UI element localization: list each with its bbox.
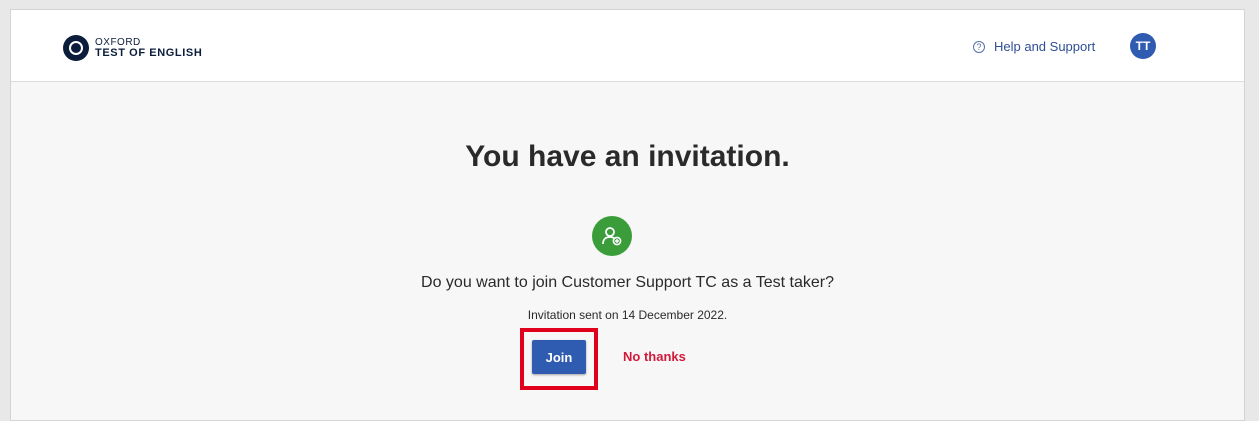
question-circle-icon: ?	[973, 40, 985, 53]
app-frame: OXFORD TEST OF ENGLISH ? Help and Suppor…	[10, 9, 1245, 421]
logo-line2: TEST OF ENGLISH	[95, 47, 203, 59]
help-and-support-link[interactable]: ? Help and Support	[973, 39, 1095, 54]
join-button[interactable]: Join	[532, 340, 586, 374]
help-label: Help and Support	[994, 39, 1096, 54]
oxford-logo[interactable]: OXFORD TEST OF ENGLISH	[63, 35, 202, 61]
invitation-sent-date: Invitation sent on 14 December 2022.	[527, 308, 728, 322]
logo-text: OXFORD TEST OF ENGLISH	[95, 37, 202, 59]
page-title: You have an invitation.	[465, 140, 790, 173]
invitation-question: Do you want to join Customer Support TC …	[421, 274, 834, 291]
no-thanks-link[interactable]: No thanks	[623, 349, 686, 364]
top-header: OXFORD TEST OF ENGLISH ? Help and Suppor…	[11, 10, 1244, 82]
user-add-icon	[592, 216, 632, 256]
oxford-logo-icon	[63, 35, 89, 61]
avatar[interactable]: TT	[1130, 33, 1156, 59]
